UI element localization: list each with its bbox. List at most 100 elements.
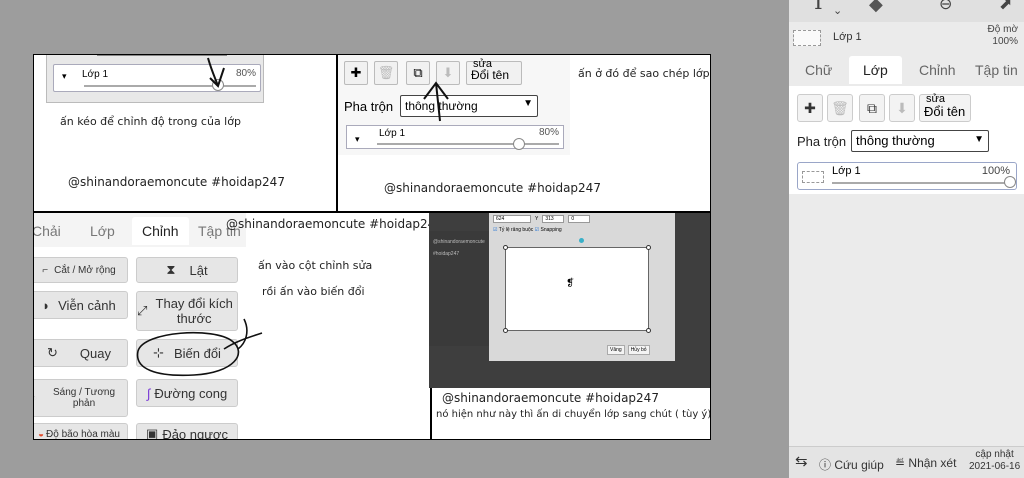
layer-row: ▾ Lớp 1 80% xyxy=(346,125,564,150)
swap-icon[interactable]: ⇆ xyxy=(795,452,808,470)
tab-layer[interactable]: Lớp xyxy=(90,223,115,239)
watermark-4: @shinandoraemoncute #hoidap247 xyxy=(442,391,659,405)
opacity-slider[interactable] xyxy=(832,176,1016,188)
editor-canvas[interactable]: ▾ Lớp 1 80% ấn kéo để chỉnh độ trong của… xyxy=(33,54,711,440)
hue-button[interactable]: ◒ Độ bão hòa màu xyxy=(34,423,128,439)
add-layer-button[interactable]: ✚ xyxy=(797,94,823,122)
width-field[interactable]: 624 xyxy=(493,215,531,223)
merge-layer-button[interactable]: ⬇ xyxy=(889,94,915,122)
trash-icon: 🗑 xyxy=(831,99,849,116)
corner-handle[interactable] xyxy=(646,328,651,333)
duplicate-layer-button[interactable]: ⧉ xyxy=(859,94,885,122)
delete-layer-button[interactable]: 🗑 xyxy=(374,61,398,85)
rename-button[interactable]: sửa Đổi tên xyxy=(919,93,971,122)
invert-icon: ▣ xyxy=(146,426,159,440)
shape-tool-icon[interactable]: ◆ xyxy=(869,0,883,15)
brightness-icon: ◐ xyxy=(34,393,37,404)
export-icon[interactable]: ⬈ xyxy=(999,0,1012,14)
caption-adjust-2: rồi ấn vào biến đổi xyxy=(262,285,365,298)
layer-opacity: 80% xyxy=(235,68,256,79)
opacity-label: Độ mờ xyxy=(987,24,1018,35)
duplicate-icon: ⧉ xyxy=(867,99,877,116)
add-layer-button[interactable]: ✚ xyxy=(344,61,368,85)
transform-preview[interactable]: ❡ xyxy=(503,245,651,333)
adjust-tabs: Chải Lớp Chỉnh Tập tin xyxy=(34,217,248,247)
corner-handle[interactable] xyxy=(646,245,651,250)
checkbox-icon[interactable]: ☑ xyxy=(493,227,497,233)
layer-name: Lớp 1 xyxy=(379,128,406,139)
preview-glyph-icon: ❡ xyxy=(566,278,575,289)
flip-button[interactable]: ⧗ Lật xyxy=(136,257,238,283)
zoom-out-icon[interactable]: ⊖ xyxy=(939,0,952,14)
tab-layer[interactable]: Lớp xyxy=(849,56,902,84)
feedback-link[interactable]: ≝ Nhận xét xyxy=(895,456,956,470)
right-sidebar: T ⌄ ◆ ⊖ ⬈ Lớp 1 Độ mờ 100% Chữ Lớp Chỉnh… xyxy=(789,0,1024,478)
flip-icon: ⧗ xyxy=(166,262,176,277)
help-link[interactable]: ⓘ Cứu giúp xyxy=(819,456,884,473)
delete-layer-button[interactable]: 🗑 xyxy=(827,94,853,122)
layer-opacity: 80% xyxy=(538,127,559,138)
apply-button[interactable]: Vâng xyxy=(607,345,625,355)
curves-button[interactable]: ∫ Đường cong xyxy=(136,379,238,407)
merge-icon: ⬇ xyxy=(896,99,908,116)
adjust-panel-snippet: Chải Lớp Chỉnh Tập tin ⌐ Cắt / Mở rộng ⧗ L… xyxy=(34,213,263,440)
corner-handle[interactable] xyxy=(503,328,508,333)
checkbox-icon[interactable]: ☑ xyxy=(535,227,539,233)
sidebar-tabs: Chữ Lớp Chỉnh Tập tin xyxy=(789,56,1024,86)
rotate-handle[interactable] xyxy=(579,238,584,243)
rotate-icon: ↻ xyxy=(47,345,58,360)
opacity-slider-knob[interactable] xyxy=(1004,176,1016,188)
invert-button[interactable]: ▣ Đảo ngược xyxy=(136,423,238,440)
corner-handle[interactable] xyxy=(503,245,508,250)
sidebar-top-tools: T ⌄ ◆ ⊖ ⬈ xyxy=(789,0,1024,22)
opacity-slider[interactable] xyxy=(377,138,559,150)
sidebar-footer: ⇆ ⓘ Cứu giúp ≝ Nhận xét cập nhật 2021-06… xyxy=(789,446,1024,478)
flip-label: Lật xyxy=(189,262,208,278)
perspective-button[interactable]: ◗ Viễn cảnh xyxy=(34,291,128,319)
crop-button[interactable]: ⌐ Cắt / Mở rộng xyxy=(34,257,128,283)
dialog-buttons: Vâng Hủy bỏ xyxy=(607,345,650,355)
layer-list-item[interactable]: Lớp 1 100% xyxy=(797,162,1017,190)
tab-file[interactable]: Tập tin xyxy=(975,62,1018,78)
help-label: Cứu giúp xyxy=(834,458,884,472)
arrow-annotation-icon xyxy=(423,81,449,122)
tab-brush[interactable]: Chải xyxy=(34,223,61,239)
layer-item-opacity: 100% xyxy=(981,165,1010,177)
perspective-icon: ◗ xyxy=(42,297,51,313)
side-text-2: #hoidap247 xyxy=(433,251,460,257)
constrain-label: Tỷ lệ rảng buộc xyxy=(498,227,534,233)
layer-panel-snippet: ▾ Lớp 1 80% xyxy=(46,55,264,103)
transform-options: ☑ Tỷ lệ rảng buộc ☑ Snapping xyxy=(493,227,562,233)
opacity-slider-knob[interactable] xyxy=(513,138,525,150)
text-tool-icon[interactable]: T xyxy=(811,0,826,15)
curves-icon: ∫ xyxy=(146,385,151,401)
layer-thumbnail xyxy=(793,30,821,46)
tab-adjust[interactable]: Chỉnh xyxy=(919,62,956,78)
layer-name: Lớp 1 xyxy=(82,69,109,80)
brightness-button[interactable]: ◐ Sáng / Tương phản xyxy=(34,379,128,417)
y-field[interactable]: 313 xyxy=(542,215,565,223)
caption-move: nó hiện như này thì ấn di chuyển lớp san… xyxy=(436,409,711,420)
update-label: cập nhật xyxy=(975,449,1014,460)
chevron-down-icon: ▼ xyxy=(974,134,984,145)
caption-opacity: ấn kéo để chỉnh độ trong của lớp xyxy=(60,115,241,128)
rename-button[interactable]: sửa Đổi tên xyxy=(466,58,522,85)
layer-panel: ✚ 🗑 ⧉ ⬇ sửa Đổi tên Pha trộn thông thườn… xyxy=(789,86,1024,194)
tab-adjust[interactable]: Chỉnh xyxy=(132,217,189,245)
transform-dialog: 624 Y 313 0 ☑ Tỷ lệ rảng buộc ☑ Snapping… xyxy=(489,213,675,361)
watermark-2: @shinandoraemoncute #hoidap247 xyxy=(384,181,601,195)
layer-thumb-icon: ▾ xyxy=(355,134,360,144)
cancel-button[interactable]: Hủy bỏ xyxy=(627,345,650,355)
blend-mode-select[interactable]: thông thường ▼ xyxy=(851,130,989,152)
feedback-icon: ≝ xyxy=(895,456,906,470)
chevron-down-icon[interactable]: ⌄ xyxy=(833,4,842,17)
rename-label: Đổi tên xyxy=(471,68,510,82)
rotation-field[interactable]: 0 xyxy=(568,215,591,223)
trash-icon: 🗑 xyxy=(377,65,395,80)
tab-text[interactable]: Chữ xyxy=(805,62,832,78)
chevron-down-icon: ▼ xyxy=(523,98,533,109)
rename-label: Đổi tên xyxy=(924,104,966,119)
update-date: 2021-06-16 xyxy=(969,461,1021,472)
opacity-value: 100% xyxy=(992,36,1018,47)
watermark-1: @shinandoraemoncute #hoidap247 xyxy=(68,175,285,189)
